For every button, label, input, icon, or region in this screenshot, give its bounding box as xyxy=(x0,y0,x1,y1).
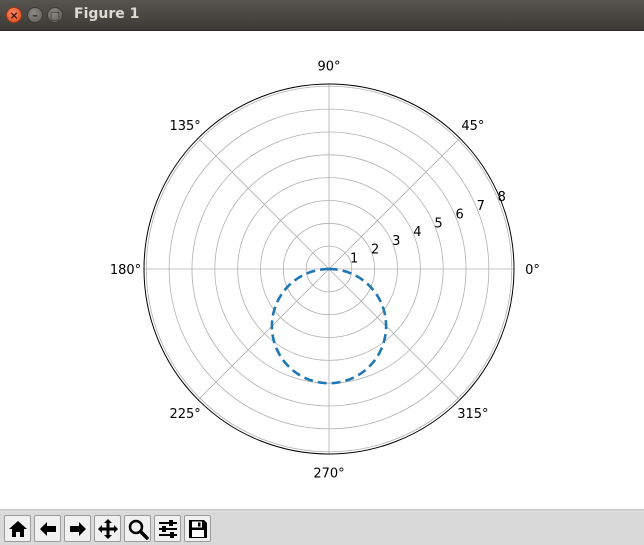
pan-icon xyxy=(98,519,118,539)
window-title: Figure 1 xyxy=(74,6,140,22)
save-icon xyxy=(189,520,207,538)
r-tick-label: 1 xyxy=(350,251,358,266)
navigation-toolbar xyxy=(0,509,644,545)
pan-button[interactable] xyxy=(94,515,121,542)
close-window-button[interactable]: × xyxy=(6,7,22,23)
back-button[interactable] xyxy=(34,515,61,542)
polar-plot: 0° 45° 90° 135° 180° 225° 270° 315° 12345678 xyxy=(110,60,540,482)
zoom-icon xyxy=(128,519,149,540)
r-tick-label: 6 xyxy=(455,208,463,223)
forward-button[interactable] xyxy=(64,515,91,542)
r-tick-label: 3 xyxy=(392,234,400,249)
r-tick-label: 5 xyxy=(434,216,442,231)
theta-tick-labels: 0° 45° 90° 135° 180° 225° 270° 315° xyxy=(110,60,540,482)
theta-tick-label: 0° xyxy=(525,263,540,278)
r-tick-label: 2 xyxy=(371,243,379,258)
theta-tick-label: 90° xyxy=(317,60,340,75)
theta-tick-label: 315° xyxy=(457,407,488,422)
configure-subplots-button[interactable] xyxy=(154,515,181,542)
forward-arrow-icon xyxy=(70,522,86,536)
save-button[interactable] xyxy=(184,515,211,542)
configure-subplots-icon xyxy=(159,520,177,538)
maximize-window-button[interactable]: □ xyxy=(47,7,63,23)
theta-tick-label: 225° xyxy=(169,407,200,422)
figure-window: × – □ Figure 1 0° 45° 90° 135° 180° 225° 270° 3… xyxy=(0,0,644,545)
figure-canvas[interactable]: 0° 45° 90° 135° 180° 225° 270° 315° 12345678 xyxy=(0,31,644,509)
back-arrow-icon xyxy=(40,522,56,536)
r-tick-label: 8 xyxy=(498,190,506,205)
theta-tick-label: 180° xyxy=(110,263,141,278)
home-icon xyxy=(9,521,27,537)
theta-tick-label: 135° xyxy=(169,119,200,134)
r-tick-label: 7 xyxy=(477,199,485,214)
home-button[interactable] xyxy=(4,515,31,542)
theta-tick-label: 45° xyxy=(461,119,484,134)
r-tick-labels: 12345678 xyxy=(350,190,506,266)
zoom-button[interactable] xyxy=(124,515,151,542)
title-bar: × – □ Figure 1 xyxy=(0,0,644,31)
theta-tick-label: 270° xyxy=(313,467,344,482)
minimize-window-button[interactable]: – xyxy=(27,7,43,23)
r-tick-label: 4 xyxy=(413,225,421,240)
